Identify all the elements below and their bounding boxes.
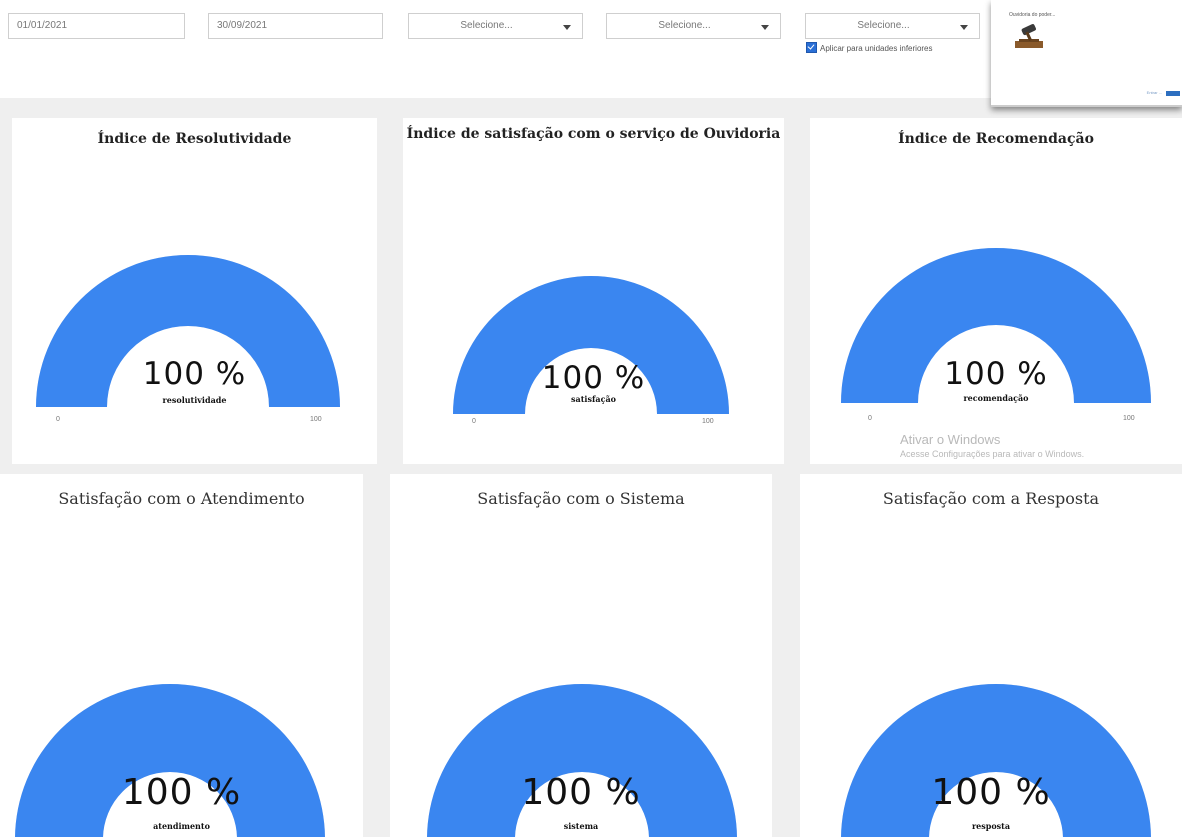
select-filter-1[interactable]: Selecione... — [408, 13, 583, 39]
gauge-max-label: 100 — [310, 416, 322, 423]
gauge-card-atendimento: Satisfação com o Atendimento 100 % atend… — [0, 474, 363, 837]
gauge-max-label: 100 — [1123, 415, 1135, 422]
gauge-card-satisfacao: Índice de satisfação com o serviço de Ou… — [403, 118, 784, 464]
gauge-fill — [15, 684, 325, 837]
gauge-card-sistema: Satisfação com o Sistema 100 % sistema — [390, 474, 772, 837]
gauge-value: 100 % — [121, 772, 242, 813]
gauge-sublabel: resolutividade — [162, 395, 227, 405]
gavel-icon — [1015, 24, 1043, 48]
gauge-chart — [36, 255, 340, 407]
gauge-max-label: 100 — [702, 418, 714, 425]
chevron-down-icon — [960, 25, 968, 30]
select-filter-1-value: Selecione... — [460, 20, 513, 31]
apply-subunits-checkbox-row[interactable]: Aplicar para unidades inferiores — [806, 42, 976, 55]
gauge-value: 100 % — [541, 360, 646, 396]
watermark-line-1: Ativar o Windows — [900, 432, 1001, 447]
gauge-min-label: 0 — [56, 416, 60, 423]
thumbnail-popup[interactable]: Ouvidoria do poder... Entrar ... — [991, 0, 1182, 107]
date-end-input[interactable]: 30/09/2021 — [208, 13, 383, 39]
gauge-min-label: 0 — [472, 418, 476, 425]
thumbnail-caption: Ouvidoria do poder... — [1009, 12, 1056, 18]
gauge-fill — [427, 684, 737, 837]
gauge-chart — [453, 276, 729, 414]
select-filter-2-value: Selecione... — [658, 20, 711, 31]
apply-subunits-checkbox[interactable] — [806, 42, 817, 53]
select-filter-3[interactable]: Selecione... — [805, 13, 980, 39]
gauge-sublabel: satisfação — [571, 394, 616, 404]
gauge-value: 100 % — [521, 772, 641, 813]
gauge-sublabel: atendimento — [153, 821, 210, 831]
date-end-value: 30/09/2021 — [217, 20, 268, 31]
gauge-value: 100 % — [931, 772, 1051, 813]
gauge-card-resposta: Satisfação com a Resposta 100 % resposta — [800, 474, 1182, 837]
gauge-min-label: 0 — [868, 415, 872, 422]
gauge-fill — [841, 684, 1151, 837]
chevron-down-icon — [563, 25, 571, 30]
gauge-sublabel: recomendação — [963, 393, 1029, 403]
thumbnail-button[interactable] — [1166, 91, 1180, 96]
gauge-card-resolutividade: Índice de Resolutividade 100 % resolutiv… — [12, 118, 377, 464]
gauge-sublabel: sistema — [563, 821, 599, 831]
gauge-card-recomendacao: Índice de Recomendação 100 % recomendaçã… — [810, 118, 1182, 464]
date-start-input[interactable]: 01/01/2021 — [8, 13, 185, 39]
select-filter-2[interactable]: Selecione... — [606, 13, 781, 39]
select-filter-3-value: Selecione... — [857, 20, 910, 31]
gauge-chart — [841, 248, 1151, 403]
windows-activation-watermark: Ativar o Windows Acesse Configurações pa… — [900, 432, 1084, 462]
date-start-value: 01/01/2021 — [17, 20, 68, 31]
chevron-down-icon — [761, 25, 769, 30]
apply-subunits-label: Aplicar para unidades inferiores — [820, 44, 933, 53]
gauge-sublabel: resposta — [971, 821, 1011, 831]
gauge-value: 100 % — [944, 356, 1048, 392]
watermark-line-2: Acesse Configurações para ativar o Windo… — [900, 449, 1085, 459]
gauge-value: 100 % — [142, 356, 247, 392]
thumbnail-link[interactable]: Entrar ... — [1147, 90, 1162, 95]
